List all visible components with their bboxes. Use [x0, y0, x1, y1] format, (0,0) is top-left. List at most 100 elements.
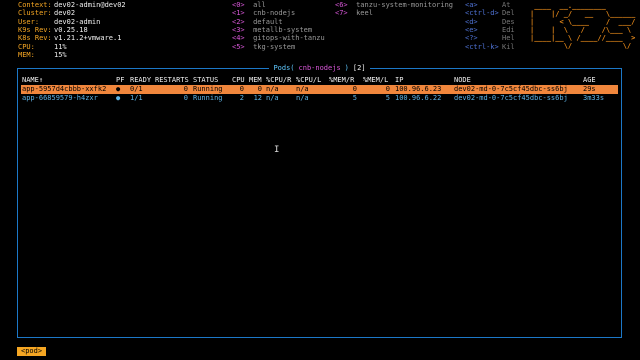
- shortcut-key: <2>: [232, 17, 245, 26]
- column-header[interactable]: CPU: [232, 76, 245, 84]
- info-row: Cluster: dev02: [18, 9, 75, 17]
- cell-cpu-r: n/a: [266, 85, 279, 93]
- cell-node: dev02-md-0-7c5cf45dbc-ss6bj: [454, 85, 568, 93]
- hint-key: <d>: [465, 17, 478, 26]
- info-row: User: dev02-admin: [18, 18, 100, 26]
- column-header[interactable]: NODE: [454, 76, 471, 84]
- shortcut-key: <6>: [335, 1, 348, 9]
- hint-key: <ctrl-d>: [465, 9, 499, 18]
- key-hint: <e> Edi: [465, 26, 515, 34]
- title-close: ): [342, 64, 351, 72]
- cell-cpu: 0: [239, 85, 244, 93]
- cell-name: app-5957d4cbbb-xxfk2: [22, 85, 107, 93]
- namespace-name: tkg-system: [253, 42, 296, 51]
- info-label: CPU:: [18, 42, 35, 51]
- column-header[interactable]: MEM: [249, 76, 262, 84]
- breadcrumb[interactable]: <pod>: [17, 347, 47, 356]
- namespace-name: metallb-system: [253, 25, 313, 34]
- cell-ready: 1/1: [130, 94, 143, 102]
- info-row: K9s Rev: v0.25.18: [18, 26, 88, 34]
- namespace-shortcut[interactable]: <3> metallb-system: [232, 26, 312, 34]
- key-hint: <ctrl-k> Kil: [465, 43, 515, 51]
- info-row: Context: dev02-admin@dev02: [18, 1, 126, 9]
- column-header[interactable]: STATUS: [193, 76, 218, 84]
- key-hint: <ctrl-d> Del: [465, 9, 515, 17]
- column-header[interactable]: %CPU/L: [296, 76, 321, 84]
- info-label: K8s Rev:: [18, 34, 52, 43]
- column-header[interactable]: NAME↑: [22, 76, 43, 84]
- hint-desc: Edi: [502, 25, 515, 34]
- shortcut-key: <1>: [232, 9, 245, 18]
- namespace-shortcut[interactable]: <2> default: [232, 18, 283, 26]
- column-header[interactable]: %MEM/L: [363, 76, 388, 84]
- hint-key: <ctrl-k>: [465, 42, 499, 51]
- cell-age: 3m33s: [583, 94, 605, 102]
- cell-node: dev02-md-0-7c5cf45dbc-ss6bj: [454, 94, 568, 102]
- title-resource: Pods(: [271, 64, 297, 72]
- column-header[interactable]: READY: [130, 76, 151, 84]
- cell-mem-r: 5: [352, 94, 357, 102]
- info-value: v0.25.18: [54, 25, 88, 34]
- info-label: MEM:: [18, 50, 35, 59]
- cell-pf: ●: [116, 94, 121, 102]
- shortcut-key: <5>: [232, 42, 245, 51]
- cell-name: app-66859579-h4zxr: [22, 94, 98, 102]
- cell-cpu: 2: [239, 94, 244, 102]
- table-title: Pods(cnb-nodejs) [2]: [18, 64, 621, 73]
- namespace-shortcut[interactable]: <1> cnb-nodejs: [232, 9, 295, 17]
- table-row[interactable]: app-66859579-h4zxr ● 1/1 0 Running 2 12 n/a n/a 5…: [21, 94, 618, 103]
- namespace-name: tanzu-system-monitoring: [356, 1, 454, 9]
- namespace-shortcut[interactable]: <0> all: [232, 1, 266, 9]
- namespace-name: cnb-nodejs: [253, 9, 296, 18]
- namespace-name: all: [253, 1, 266, 9]
- cell-pf: ●: [116, 85, 121, 93]
- column-header[interactable]: IP: [395, 76, 403, 84]
- namespace-name: gitops-with-tanzu: [253, 34, 325, 43]
- info-label: Context:: [18, 1, 52, 9]
- info-value: 11%: [54, 42, 67, 51]
- cell-ip: 100.96.6.23: [395, 85, 442, 93]
- column-header[interactable]: PF: [116, 76, 124, 84]
- cell-mem-l: 0: [385, 85, 390, 93]
- shortcut-key: <4>: [232, 34, 245, 43]
- cell-status: Running: [193, 85, 223, 93]
- key-hint: <d> Des: [465, 18, 515, 26]
- column-header[interactable]: AGE: [583, 76, 596, 84]
- namespace-name: keel: [356, 9, 373, 18]
- info-row: K8s Rev: v1.21.2+vmware.1: [18, 34, 121, 42]
- namespace-shortcut[interactable]: <6> tanzu-system-monitoring: [335, 1, 453, 9]
- namespace-shortcut[interactable]: <5> tkg-system: [232, 43, 295, 51]
- hint-desc: Kil: [502, 42, 515, 51]
- title-namespace: cnb-nodejs: [296, 64, 343, 72]
- info-label: K9s Rev:: [18, 25, 52, 34]
- namespace-shortcut[interactable]: <7> keel: [335, 9, 373, 17]
- hint-desc: At: [502, 1, 511, 9]
- info-value: 15%: [54, 50, 67, 59]
- cell-cpu-r: n/a: [266, 94, 279, 102]
- cell-mem-l: 5: [385, 94, 390, 102]
- info-value: dev02-admin: [54, 17, 101, 26]
- hint-key: <?>: [465, 34, 478, 43]
- info-row: CPU: 11%: [18, 43, 67, 51]
- shortcut-key: <0>: [232, 1, 245, 9]
- shortcut-key: <7>: [335, 9, 348, 18]
- cell-restarts: 0: [183, 94, 188, 102]
- table-row[interactable]: app-5957d4cbbb-xxfk2 ● 0/1 0 Running 0 0 n/a n/a…: [21, 85, 618, 94]
- key-hint: <a> At: [465, 1, 510, 9]
- info-value: dev02: [54, 9, 76, 18]
- column-header[interactable]: %MEM/R: [329, 76, 354, 84]
- hint-key: <e>: [465, 25, 478, 34]
- pods-table: Pods(cnb-nodejs) [2]: [17, 64, 622, 338]
- cell-mem: 12: [253, 94, 262, 102]
- cell-mem: 0: [257, 85, 262, 93]
- text-cursor-icon: I: [274, 145, 280, 155]
- hint-desc: Del: [502, 9, 515, 18]
- cell-ip: 100.96.6.22: [395, 94, 442, 102]
- column-header[interactable]: RESTARTS: [155, 76, 189, 84]
- key-hint: <?> Hel: [465, 34, 515, 42]
- info-label: User:: [18, 17, 40, 26]
- info-value: v1.21.2+vmware.1: [54, 34, 122, 43]
- column-header[interactable]: %CPU/R: [266, 76, 291, 84]
- namespace-shortcut[interactable]: <4> gitops-with-tanzu: [232, 34, 325, 42]
- cell-ready: 0/1: [130, 85, 143, 93]
